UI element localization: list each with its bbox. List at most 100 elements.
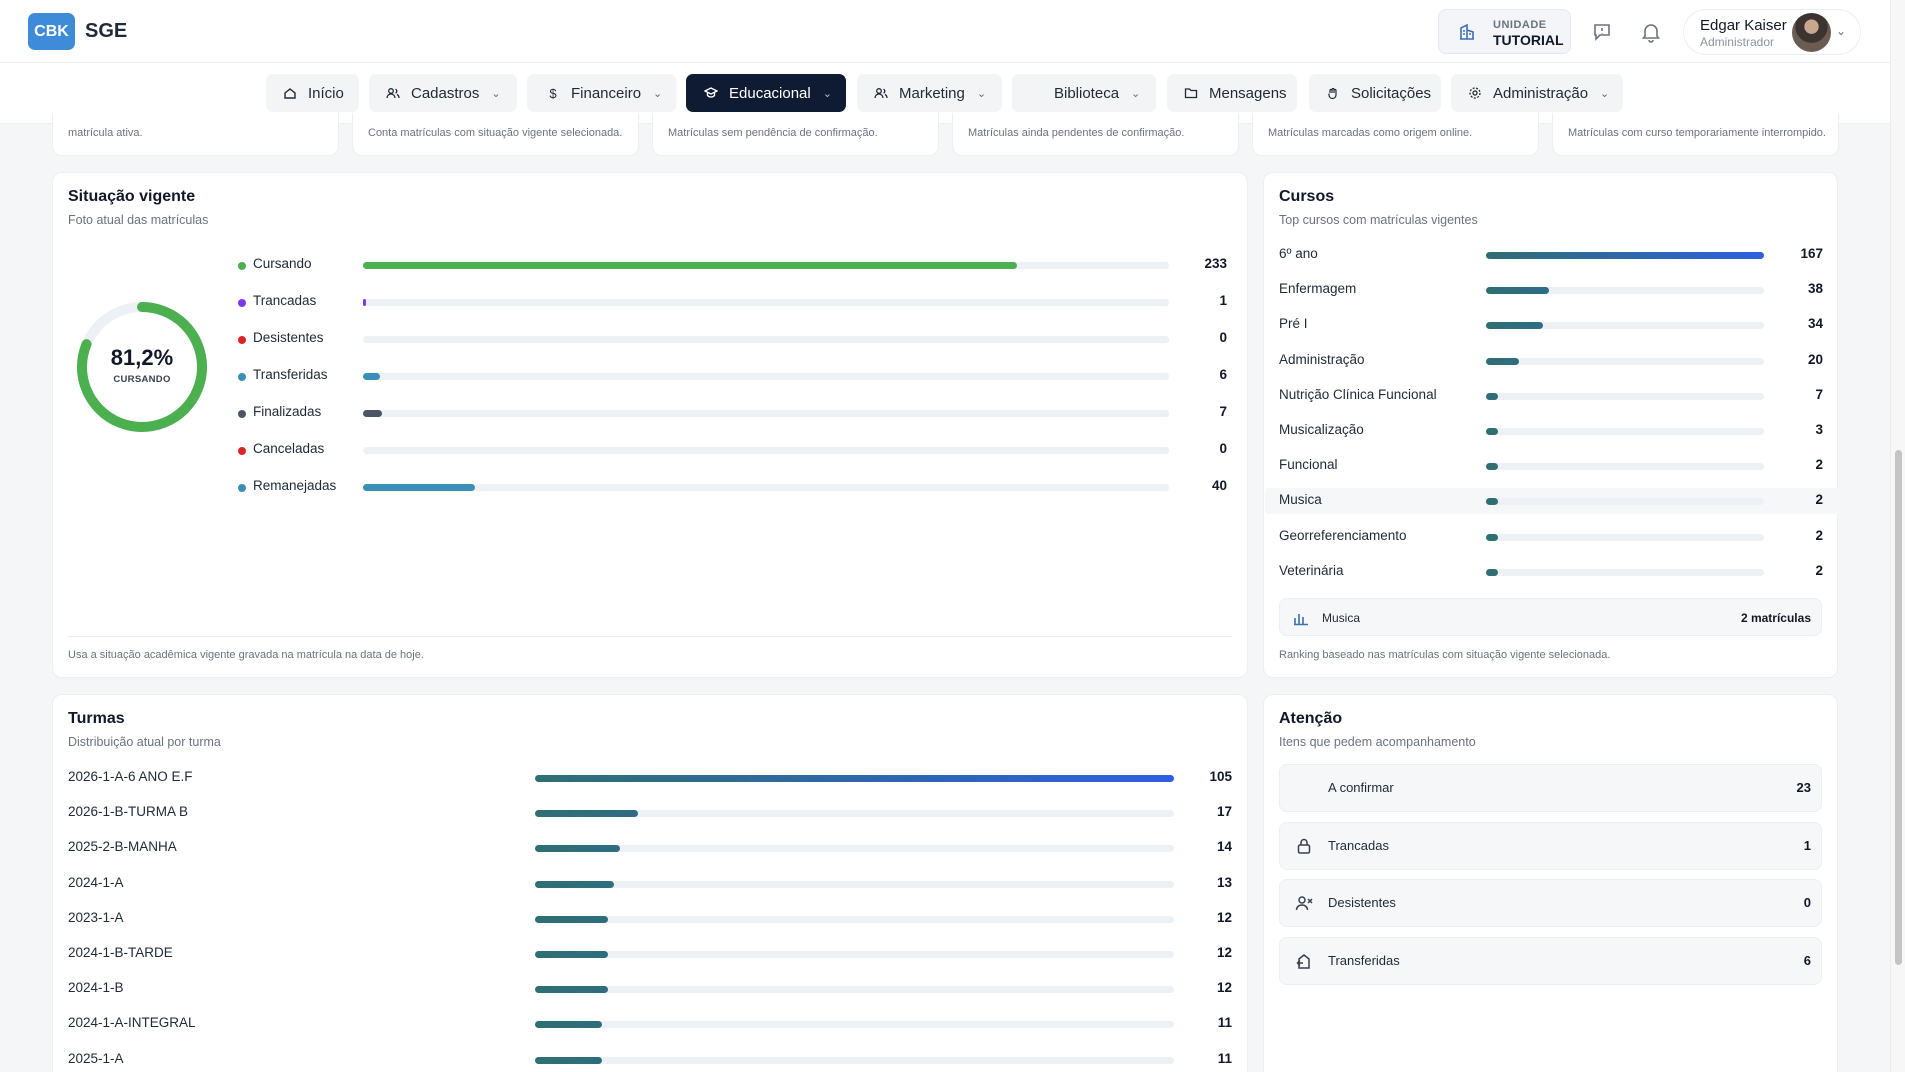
progress-track <box>535 1056 1174 1064</box>
curso-row[interactable]: 6º ano 167 <box>0 246 1823 266</box>
curso-row[interactable]: Veterinária 2 <box>0 563 1823 583</box>
turma-row[interactable]: 2026-1-B-TURMA B 17 <box>0 804 1232 824</box>
turma-label: 2024-1-B <box>68 980 124 996</box>
situacao-footnote: Usa a situação acadêmica vigente gravada… <box>68 649 424 661</box>
progress-fill <box>535 880 615 888</box>
atencao-item-desistentes[interactable]: Desistentes 0 <box>1279 879 1822 927</box>
unit-selector[interactable]: UNIDADE TUTORIAL <box>1438 9 1571 54</box>
nav-inicio[interactable]: Início <box>266 74 359 112</box>
progress-fill <box>363 262 1018 269</box>
nav-educacional[interactable]: Educacional ⌄ <box>686 74 846 112</box>
turma-value: 12 <box>1216 945 1232 960</box>
atencao-item-trancadas[interactable]: Trancadas 1 <box>1279 822 1822 870</box>
nav-biblioteca[interactable]: Biblioteca ⌄ <box>1012 74 1156 112</box>
progress-fill <box>535 1021 602 1029</box>
atencao-label: Transferidas <box>1328 953 1400 968</box>
nav-administracao[interactable]: Administração ⌄ <box>1451 74 1623 112</box>
cursos-summary: Musica 2 matrículas <box>1279 598 1822 636</box>
scrollbar[interactable] <box>1890 0 1905 1072</box>
situacao-card <box>52 172 1248 678</box>
curso-label: Georreferenciamento <box>1279 527 1407 543</box>
atencao-item-transferidas[interactable]: Transferidas 6 <box>1279 937 1822 985</box>
user-menu[interactable]: Edgar Kaiser Administrador ⌄ <box>1683 9 1861 55</box>
scrollbar-thumb[interactable] <box>1895 450 1902 965</box>
nav-marketing[interactable]: Marketing ⌄ <box>857 74 1002 112</box>
situacao-label: Cursando <box>253 256 312 271</box>
turma-label: 2023-1-A <box>68 909 124 925</box>
progress-track <box>1486 533 1764 541</box>
bell-icon[interactable] <box>1639 20 1663 44</box>
atencao-label: Trancadas <box>1328 838 1389 853</box>
situacao-value: 40 <box>1211 478 1227 493</box>
turmas-title: Turmas <box>68 710 125 727</box>
turma-row[interactable]: 2024-1-B-TARDE 12 <box>0 945 1232 965</box>
clock-icon <box>1294 778 1314 798</box>
nav-financeiro[interactable]: $ Financeiro ⌄ <box>527 74 676 112</box>
progress-track <box>535 775 1174 782</box>
stat-card: Matrículas com curso temporariamente int… <box>1552 113 1839 156</box>
turma-row[interactable]: 2025-2-B-MANHA 14 <box>0 839 1232 859</box>
progress-fill <box>363 299 367 306</box>
turma-row[interactable]: 2023-1-A 12 <box>0 910 1232 930</box>
feedback-icon[interactable] <box>1590 20 1614 44</box>
curso-row[interactable]: Musicalização 3 <box>0 422 1823 442</box>
progress-fill <box>1486 357 1520 365</box>
curso-label: 6º ano <box>1279 246 1318 261</box>
users-icon <box>873 85 889 101</box>
turma-label: 2024-1-B-TARDE <box>68 945 173 960</box>
nav-label: Educacional <box>729 84 811 102</box>
curso-label: Pré I <box>1279 316 1308 332</box>
nav-mensagens[interactable]: Mensagens <box>1167 74 1297 112</box>
curso-row[interactable]: Enfermagem 38 <box>0 281 1823 301</box>
progress-track <box>535 845 1174 853</box>
chevron-down-icon: ⌄ <box>491 87 501 100</box>
atencao-item-a-confirmar[interactable]: A confirmar 23 <box>1279 764 1822 812</box>
turma-label: 2026-1-B-TURMA B <box>68 804 189 820</box>
atencao-value: 23 <box>1796 780 1811 795</box>
atencao-subtitle: Itens que pedem acompanhamento <box>1279 735 1476 749</box>
turma-label: 2025-1-A <box>68 1050 124 1066</box>
lock-icon <box>1297 838 1311 854</box>
curso-row[interactable]: Pré I 34 <box>0 316 1823 336</box>
situacao-title: Situação vigente <box>68 188 196 205</box>
logo[interactable]: CBK <box>28 13 75 50</box>
legend-dot <box>238 447 246 455</box>
curso-label: Administração <box>1279 351 1365 367</box>
chevron-down-icon: ⌄ <box>822 87 832 100</box>
stat-card-desc: Matrículas sem pendência de confirmação. <box>668 127 878 139</box>
curso-value: 2 <box>1815 527 1823 543</box>
progress-track <box>1486 357 1764 365</box>
situacao-label: Finalizadas <box>253 404 322 419</box>
user-x-icon <box>1295 896 1313 911</box>
curso-row[interactable]: Musica 2 <box>0 492 1823 512</box>
turma-value: 12 <box>1216 980 1232 996</box>
turma-row[interactable]: 2025-1-A 11 <box>0 1051 1232 1071</box>
nav-cadastros[interactable]: Cadastros ⌄ <box>369 74 517 112</box>
turma-value: 14 <box>1216 839 1232 855</box>
curso-label: Veterinária <box>1279 562 1344 578</box>
curso-row[interactable]: Nutrição Clínica Funcional 7 <box>0 387 1823 407</box>
turma-row[interactable]: 2024-1-A 13 <box>0 875 1232 895</box>
curso-row[interactable]: Funcional 2 <box>0 457 1823 477</box>
turma-row[interactable]: 2026-1-A-6 ANO E.F 105 <box>0 769 1232 789</box>
situacao-label: Trancadas <box>253 293 317 308</box>
situacao-row[interactable]: Finalizadas 7 <box>0 404 1227 424</box>
nav-label: Solicitações <box>1351 84 1432 102</box>
avatar <box>1792 13 1831 52</box>
nav-solicitacoes[interactable]: Solicitações <box>1309 74 1441 112</box>
chevron-down-icon: ⌄ <box>1836 24 1847 38</box>
progress-track <box>363 484 1169 491</box>
progress-track <box>1486 392 1764 400</box>
atencao-value: 6 <box>1803 953 1811 968</box>
unit-label: UNIDADE <box>1493 19 1547 31</box>
stat-card-desc: matrícula ativa. <box>68 127 143 139</box>
progress-track <box>535 1021 1174 1029</box>
curso-row[interactable]: Georreferenciamento 2 <box>0 528 1823 548</box>
curso-row[interactable]: Administração 20 <box>0 352 1823 372</box>
turma-row[interactable]: 2024-1-A-INTEGRAL 11 <box>0 1015 1232 1035</box>
situacao-value: 0 <box>1219 330 1227 345</box>
turma-row[interactable]: 2024-1-B 12 <box>0 980 1232 1000</box>
nav-label: Biblioteca <box>1054 84 1120 102</box>
situacao-value: 233 <box>1204 256 1227 271</box>
nav-label: Cadastros <box>411 84 480 102</box>
